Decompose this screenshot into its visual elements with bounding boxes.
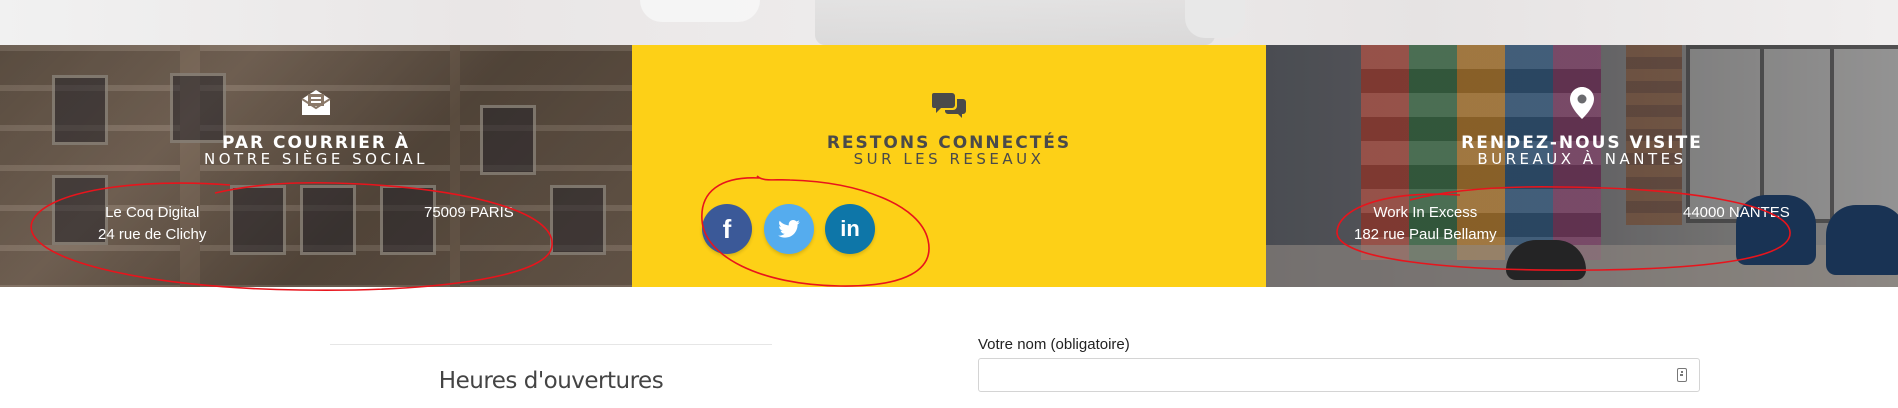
hours-divider [330, 344, 772, 345]
facebook-button[interactable]: f [702, 204, 752, 254]
hero-laptop [815, 0, 1215, 45]
mail-address: Le Coq Digital 24 rue de Clichy [98, 202, 206, 246]
visit-subtitle: BUREAUX À NANTES [1477, 150, 1687, 168]
visit-address-street: 182 rue Paul Bellamy [1354, 226, 1497, 243]
visit-address: Work In Excess 182 rue Paul Bellamy [1354, 202, 1497, 246]
contact-card-icon [1677, 368, 1687, 382]
mail-address-street: 24 rue de Clichy [98, 226, 207, 243]
mail-panel: PAR COURRIER À NOTRE SIÈGE SOCIAL Le Coq… [0, 45, 632, 287]
visit-address-name: Work In Excess [1373, 204, 1478, 221]
contact-band: PAR COURRIER À NOTRE SIÈGE SOCIAL Le Coq… [0, 45, 1898, 287]
social-panel: RESTONS CONNECTÉS SUR LES RESEAUX f in [632, 45, 1266, 287]
facebook-icon: f [722, 213, 732, 244]
twitter-icon [778, 220, 800, 238]
mail-address-name: Le Coq Digital [105, 204, 200, 221]
chat-bubbles-icon [932, 93, 966, 118]
visit-address-city: 44000 NANTES [1683, 204, 1790, 221]
hero-cup [640, 0, 760, 22]
linkedin-icon: in [840, 216, 860, 241]
mail-address-city: 75009 PARIS [424, 204, 514, 221]
hero-object [1185, 0, 1245, 38]
envelope-icon [301, 90, 331, 115]
map-pin-icon [1570, 87, 1594, 119]
linkedin-button[interactable]: in [825, 204, 875, 254]
social-subtitle: SUR LES RESEAUX [853, 150, 1045, 168]
twitter-button[interactable] [764, 204, 814, 254]
hero-image-bottom [0, 0, 1898, 45]
hours-title: Heures d'ouvertures [438, 368, 664, 394]
name-field-label: Votre nom (obligatoire) [978, 336, 1130, 353]
name-field[interactable] [978, 358, 1700, 392]
mail-subtitle: NOTRE SIÈGE SOCIAL [204, 150, 428, 168]
visit-panel: RENDEZ-NOUS VISITE BUREAUX À NANTES Work… [1266, 45, 1898, 287]
